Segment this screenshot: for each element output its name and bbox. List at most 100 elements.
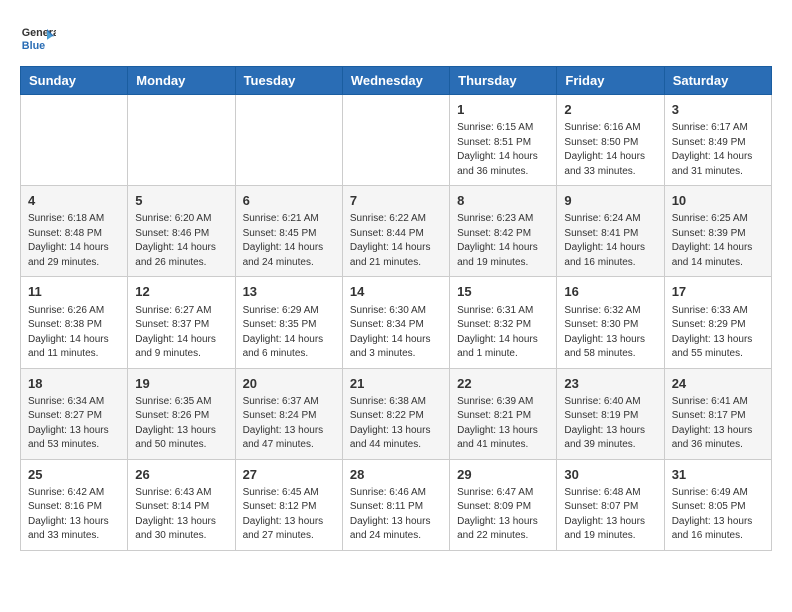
day-content: Sunrise: 6:17 AM Sunset: 8:49 PM Dayligh… bbox=[672, 121, 764, 179]
calendar-cell: 7 Sunrise: 6:22 AM Sunset: 8:44 PM Daylig… bbox=[342, 186, 449, 277]
column-header-friday: Friday bbox=[557, 67, 664, 95]
column-header-monday: Monday bbox=[128, 67, 235, 95]
calendar-cell: 28Sunrise: 6:46 AM Sunset: 8:11 PM Dayli… bbox=[342, 459, 449, 550]
day-content: Sunrise: 6:49 AM Sunset: 8:05 PM Dayligh… bbox=[672, 486, 764, 544]
calendar-header-row: SundayMondayTuesdayWednesdayThursdayFrid… bbox=[21, 67, 772, 95]
calendar-cell: 31 Sunrise: 6:49 AM Sunset: 8:05 PM Dayli… bbox=[664, 459, 771, 550]
calendar-cell: 10 Sunrise: 6:25 AM Sunset: 8:39 PM Dayli… bbox=[664, 186, 771, 277]
day-content: Sunrise: 6:46 AM Sunset: 8:11 PM Dayligh… bbox=[350, 486, 442, 544]
calendar-cell: 27Sunrise: 6:45 AM Sunset: 8:12 PM Dayli… bbox=[235, 459, 342, 550]
calendar-cell: 13 Sunrise: 6:29 AM Sunset: 8:35 PM Dayli… bbox=[235, 277, 342, 368]
calendar-week-row: 4 Sunrise: 6:18 AM Sunset: 8:48 PM Daylig… bbox=[21, 186, 772, 277]
calendar-cell: 11 Sunrise: 6:26 AM Sunset: 8:38 PM Dayli… bbox=[21, 277, 128, 368]
day-content: Sunrise: 6:20 AM Sunset: 8:46 PM Dayligh… bbox=[135, 212, 227, 270]
day-number: 14 bbox=[350, 283, 442, 301]
day-number: 16 bbox=[564, 283, 656, 301]
day-number: 13 bbox=[243, 283, 335, 301]
day-content: Sunrise: 6:42 AM Sunset: 8:16 PM Dayligh… bbox=[28, 486, 120, 544]
day-number: 7 bbox=[350, 192, 442, 210]
calendar-cell: 19 Sunrise: 6:35 AM Sunset: 8:26 PM Dayli… bbox=[128, 368, 235, 459]
calendar-cell bbox=[128, 95, 235, 186]
day-content: Sunrise: 6:30 AM Sunset: 8:34 PM Dayligh… bbox=[350, 304, 442, 362]
day-content: Sunrise: 6:40 AM Sunset: 8:19 PM Dayligh… bbox=[564, 395, 656, 453]
day-number: 4 bbox=[28, 192, 120, 210]
day-number: 23 bbox=[564, 375, 656, 393]
day-content: Sunrise: 6:31 AM Sunset: 8:32 PM Dayligh… bbox=[457, 304, 549, 362]
calendar-table: SundayMondayTuesdayWednesdayThursdayFrid… bbox=[20, 66, 772, 551]
day-number: 22 bbox=[457, 375, 549, 393]
calendar-week-row: 18 Sunrise: 6:34 AM Sunset: 8:27 PM Dayli… bbox=[21, 368, 772, 459]
day-number: 5 bbox=[135, 192, 227, 210]
day-content: Sunrise: 6:24 AM Sunset: 8:41 PM Dayligh… bbox=[564, 212, 656, 270]
calendar-cell bbox=[342, 95, 449, 186]
day-content: Sunrise: 6:37 AM Sunset: 8:24 PM Dayligh… bbox=[243, 395, 335, 453]
column-header-saturday: Saturday bbox=[664, 67, 771, 95]
day-number: 17 bbox=[672, 283, 764, 301]
day-number: 11 bbox=[28, 283, 120, 301]
day-number: 3 bbox=[672, 101, 764, 119]
calendar-cell: 29 Sunrise: 6:47 AM Sunset: 8:09 PM Dayli… bbox=[450, 459, 557, 550]
column-header-wednesday: Wednesday bbox=[342, 67, 449, 95]
calendar-cell: 30Sunrise: 6:48 AM Sunset: 8:07 PM Dayli… bbox=[557, 459, 664, 550]
day-number: 10 bbox=[672, 192, 764, 210]
svg-text:Blue: Blue bbox=[22, 40, 45, 52]
calendar-cell: 16 Sunrise: 6:32 AM Sunset: 8:30 PM Dayli… bbox=[557, 277, 664, 368]
logo-icon: General Blue bbox=[20, 20, 56, 56]
calendar-week-row: 11 Sunrise: 6:26 AM Sunset: 8:38 PM Dayli… bbox=[21, 277, 772, 368]
day-content: Sunrise: 6:15 AM Sunset: 8:51 PM Dayligh… bbox=[457, 121, 549, 179]
column-header-sunday: Sunday bbox=[21, 67, 128, 95]
day-content: Sunrise: 6:23 AM Sunset: 8:42 PM Dayligh… bbox=[457, 212, 549, 270]
day-number: 9 bbox=[564, 192, 656, 210]
day-number: 26 bbox=[135, 466, 227, 484]
calendar-cell: 22Sunrise: 6:39 AM Sunset: 8:21 PM Dayli… bbox=[450, 368, 557, 459]
day-content: Sunrise: 6:33 AM Sunset: 8:29 PM Dayligh… bbox=[672, 304, 764, 362]
day-content: Sunrise: 6:35 AM Sunset: 8:26 PM Dayligh… bbox=[135, 395, 227, 453]
column-header-thursday: Thursday bbox=[450, 67, 557, 95]
day-number: 24 bbox=[672, 375, 764, 393]
day-number: 15 bbox=[457, 283, 549, 301]
day-content: Sunrise: 6:34 AM Sunset: 8:27 PM Dayligh… bbox=[28, 395, 120, 453]
day-content: Sunrise: 6:27 AM Sunset: 8:37 PM Dayligh… bbox=[135, 304, 227, 362]
calendar-week-row: 25Sunrise: 6:42 AM Sunset: 8:16 PM Dayli… bbox=[21, 459, 772, 550]
day-number: 1 bbox=[457, 101, 549, 119]
day-content: Sunrise: 6:43 AM Sunset: 8:14 PM Dayligh… bbox=[135, 486, 227, 544]
calendar-cell bbox=[21, 95, 128, 186]
day-content: Sunrise: 6:18 AM Sunset: 8:48 PM Dayligh… bbox=[28, 212, 120, 270]
day-content: Sunrise: 6:22 AM Sunset: 8:44 PM Dayligh… bbox=[350, 212, 442, 270]
calendar-cell: 21Sunrise: 6:38 AM Sunset: 8:22 PM Dayli… bbox=[342, 368, 449, 459]
day-number: 12 bbox=[135, 283, 227, 301]
calendar-cell: 9 Sunrise: 6:24 AM Sunset: 8:41 PM Daylig… bbox=[557, 186, 664, 277]
day-content: Sunrise: 6:47 AM Sunset: 8:09 PM Dayligh… bbox=[457, 486, 549, 544]
calendar-cell: 6 Sunrise: 6:21 AM Sunset: 8:45 PM Daylig… bbox=[235, 186, 342, 277]
day-number: 20 bbox=[243, 375, 335, 393]
day-content: Sunrise: 6:16 AM Sunset: 8:50 PM Dayligh… bbox=[564, 121, 656, 179]
day-content: Sunrise: 6:48 AM Sunset: 8:07 PM Dayligh… bbox=[564, 486, 656, 544]
page-header: General Blue bbox=[20, 20, 772, 56]
calendar-cell: 5 Sunrise: 6:20 AM Sunset: 8:46 PM Daylig… bbox=[128, 186, 235, 277]
calendar-cell: 15 Sunrise: 6:31 AM Sunset: 8:32 PM Dayli… bbox=[450, 277, 557, 368]
calendar-cell: 8 Sunrise: 6:23 AM Sunset: 8:42 PM Daylig… bbox=[450, 186, 557, 277]
day-content: Sunrise: 6:32 AM Sunset: 8:30 PM Dayligh… bbox=[564, 304, 656, 362]
calendar-cell: 24Sunrise: 6:41 AM Sunset: 8:17 PM Dayli… bbox=[664, 368, 771, 459]
calendar-cell: 20 Sunrise: 6:37 AM Sunset: 8:24 PM Dayli… bbox=[235, 368, 342, 459]
calendar-cell: 4 Sunrise: 6:18 AM Sunset: 8:48 PM Daylig… bbox=[21, 186, 128, 277]
day-content: Sunrise: 6:29 AM Sunset: 8:35 PM Dayligh… bbox=[243, 304, 335, 362]
day-content: Sunrise: 6:21 AM Sunset: 8:45 PM Dayligh… bbox=[243, 212, 335, 270]
calendar-week-row: 1 Sunrise: 6:15 AM Sunset: 8:51 PM Daylig… bbox=[21, 95, 772, 186]
day-number: 29 bbox=[457, 466, 549, 484]
calendar-cell: 2 Sunrise: 6:16 AM Sunset: 8:50 PM Daylig… bbox=[557, 95, 664, 186]
column-header-tuesday: Tuesday bbox=[235, 67, 342, 95]
day-content: Sunrise: 6:26 AM Sunset: 8:38 PM Dayligh… bbox=[28, 304, 120, 362]
day-number: 19 bbox=[135, 375, 227, 393]
day-content: Sunrise: 6:45 AM Sunset: 8:12 PM Dayligh… bbox=[243, 486, 335, 544]
day-number: 18 bbox=[28, 375, 120, 393]
day-number: 8 bbox=[457, 192, 549, 210]
calendar-cell: 1 Sunrise: 6:15 AM Sunset: 8:51 PM Daylig… bbox=[450, 95, 557, 186]
day-content: Sunrise: 6:38 AM Sunset: 8:22 PM Dayligh… bbox=[350, 395, 442, 453]
day-number: 2 bbox=[564, 101, 656, 119]
day-number: 6 bbox=[243, 192, 335, 210]
day-number: 31 bbox=[672, 466, 764, 484]
calendar-cell: 17 Sunrise: 6:33 AM Sunset: 8:29 PM Dayli… bbox=[664, 277, 771, 368]
calendar-cell: 26 Sunrise: 6:43 AM Sunset: 8:14 PM Dayli… bbox=[128, 459, 235, 550]
day-content: Sunrise: 6:25 AM Sunset: 8:39 PM Dayligh… bbox=[672, 212, 764, 270]
